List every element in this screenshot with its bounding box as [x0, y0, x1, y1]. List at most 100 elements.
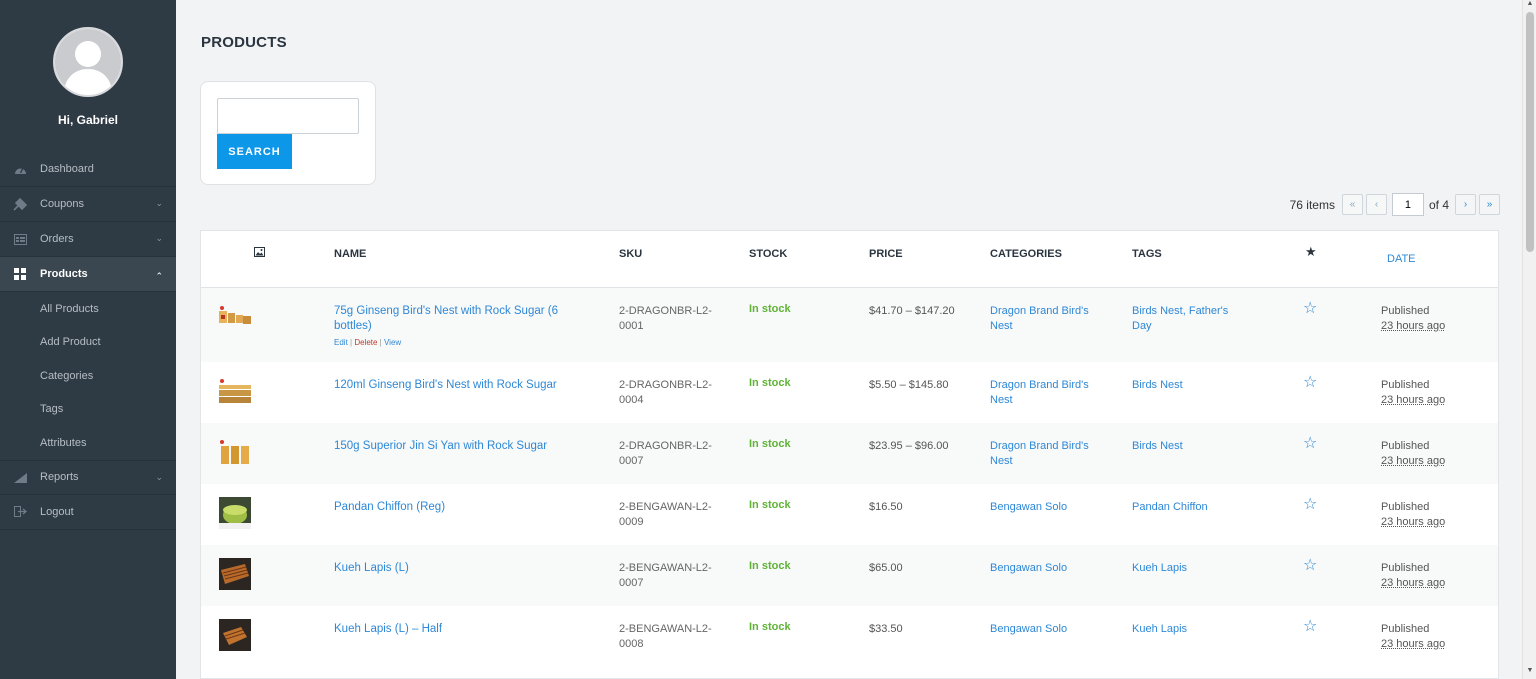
- sidebar-item-coupons[interactable]: Coupons ⌄: [0, 187, 176, 222]
- featured-toggle-icon[interactable]: ☆: [1303, 375, 1317, 391]
- chevron-down-icon: ⌄: [155, 471, 163, 482]
- product-name-link[interactable]: Pandan Chiffon (Reg): [334, 501, 445, 513]
- product-name-link[interactable]: 120ml Ginseng Bird's Nest with Rock Suga…: [334, 379, 557, 391]
- sku-cell: 2-BENGAWAN-L2-0007: [619, 562, 712, 589]
- column-header-sku[interactable]: SKU: [619, 248, 642, 260]
- category-link[interactable]: Bengawan Solo: [990, 561, 1100, 576]
- category-link[interactable]: Dragon Brand Bird's Nest: [990, 439, 1100, 469]
- delete-link[interactable]: Delete: [354, 338, 377, 347]
- product-thumbnail[interactable]: [219, 301, 251, 333]
- sidebar-item-label: Reports: [40, 471, 79, 483]
- search-input[interactable]: [217, 98, 359, 134]
- price-cell: $16.50: [869, 501, 903, 513]
- search-panel: SEARCH: [200, 81, 376, 185]
- featured-toggle-icon[interactable]: ☆: [1303, 497, 1317, 513]
- table-row: Kueh Lapis (L) – Half 2-BENGAWAN-L2-0008…: [201, 606, 1498, 667]
- sidebar-item-dashboard[interactable]: Dashboard: [0, 152, 176, 187]
- product-thumbnail[interactable]: [219, 497, 251, 529]
- product-thumbnail[interactable]: [219, 558, 251, 590]
- product-name-link[interactable]: 150g Superior Jin Si Yan with Rock Sugar: [334, 440, 547, 452]
- sidebar-item-label: Logout: [40, 505, 74, 518]
- sidebar-item-orders[interactable]: Orders ⌄: [0, 222, 176, 257]
- submenu-item-tags[interactable]: Tags: [0, 393, 176, 427]
- tag-link[interactable]: Kueh Lapis: [1132, 561, 1242, 576]
- publish-status: Published: [1381, 562, 1430, 574]
- coupons-icon: [12, 197, 28, 211]
- category-link[interactable]: Dragon Brand Bird's Nest: [990, 304, 1100, 334]
- publish-time: 23 hours ago: [1381, 638, 1446, 650]
- product-name-cell: 75g Ginseng Bird's Nest with Rock Sugar …: [334, 304, 574, 350]
- publish-time: 23 hours ago: [1381, 394, 1446, 406]
- chevron-down-icon: ⌄: [155, 233, 163, 243]
- featured-toggle-icon[interactable]: ☆: [1303, 301, 1317, 317]
- scroll-up-icon[interactable]: ▲: [1523, 0, 1536, 12]
- submenu-item-add-product[interactable]: Add Product: [0, 326, 176, 360]
- tag-link[interactable]: Birds Nest: [1132, 378, 1242, 393]
- total-pages: of 4: [1428, 197, 1449, 212]
- tag-link[interactable]: Birds Nest: [1132, 439, 1242, 454]
- submenu-item-all-products[interactable]: All Products: [0, 292, 176, 326]
- scroll-thumb[interactable]: [1526, 12, 1534, 252]
- product-name-cell: Pandan Chiffon (Reg): [334, 500, 594, 515]
- sidebar-item-logout[interactable]: Logout: [0, 495, 176, 530]
- product-name-link[interactable]: 75g Ginseng Bird's Nest with Rock Sugar …: [334, 305, 558, 332]
- chevron-down-icon: ⌄: [155, 198, 163, 208]
- product-thumbnail[interactable]: [219, 436, 251, 468]
- column-header-price[interactable]: PRICE: [869, 248, 903, 260]
- stock-status: In stock: [749, 377, 791, 389]
- tag-link[interactable]: Kueh Lapis: [1132, 622, 1242, 637]
- sku-cell: 2-BENGAWAN-L2-0008: [619, 623, 712, 650]
- featured-toggle-icon[interactable]: ☆: [1303, 558, 1317, 574]
- category-link[interactable]: Bengawan Solo: [990, 622, 1100, 637]
- product-name-cell: 120ml Ginseng Bird's Nest with Rock Suga…: [334, 378, 594, 393]
- product-name-cell: Kueh Lapis (L): [334, 561, 594, 576]
- table-row: Pandan Chiffon (Reg) 2-BENGAWAN-L2-0009 …: [201, 484, 1498, 545]
- pagination: 76 items « ‹ of 4 › »: [1290, 193, 1500, 216]
- avatar[interactable]: [53, 27, 123, 97]
- price-cell: $65.00: [869, 562, 903, 574]
- sku-cell: 2-DRAGONBR-L2-0004: [619, 379, 712, 406]
- product-thumbnail[interactable]: [219, 619, 251, 651]
- stock-status: In stock: [749, 560, 791, 572]
- next-page-button[interactable]: ›: [1455, 194, 1476, 215]
- product-name-link[interactable]: Kueh Lapis (L) – Half: [334, 623, 442, 635]
- page-scrollbar[interactable]: ▲ ▼: [1522, 0, 1536, 679]
- column-header-name[interactable]: NAME: [334, 248, 366, 260]
- edit-link[interactable]: Edit: [334, 338, 348, 347]
- tag-link[interactable]: Pandan Chiffon: [1132, 500, 1242, 515]
- date-cell: Published 23 hours ago: [1381, 500, 1445, 530]
- column-header-stock: STOCK: [749, 248, 788, 260]
- sidebar-item-products[interactable]: Products ⌃: [0, 257, 176, 292]
- view-link[interactable]: View: [384, 338, 401, 347]
- product-name-cell: Kueh Lapis (L) – Half: [334, 622, 594, 637]
- featured-toggle-icon[interactable]: ☆: [1303, 436, 1317, 452]
- tag-link[interactable]: Birds Nest, Father's Day: [1132, 304, 1242, 334]
- date-cell: Published 23 hours ago: [1381, 378, 1445, 408]
- scroll-down-icon[interactable]: ▼: [1523, 667, 1536, 679]
- prev-page-button[interactable]: ‹: [1365, 194, 1387, 215]
- featured-toggle-icon[interactable]: ☆: [1303, 619, 1317, 635]
- category-link[interactable]: Bengawan Solo: [990, 500, 1100, 515]
- search-button[interactable]: SEARCH: [217, 134, 292, 169]
- submenu-item-attributes[interactable]: Attributes: [0, 426, 176, 460]
- current-page-input[interactable]: [1391, 193, 1424, 216]
- category-link[interactable]: Dragon Brand Bird's Nest: [990, 378, 1100, 408]
- column-header-date[interactable]: DATE: [1387, 253, 1416, 265]
- product-name-cell: 150g Superior Jin Si Yan with Rock Sugar: [334, 439, 594, 454]
- stock-status: In stock: [749, 621, 791, 633]
- row-actions: Edit | Delete | View: [334, 335, 574, 350]
- last-page-button[interactable]: »: [1479, 194, 1500, 215]
- submenu-item-categories[interactable]: Categories: [0, 359, 176, 393]
- first-page-button[interactable]: «: [1341, 194, 1363, 215]
- sku-cell: 2-DRAGONBR-L2-0001: [619, 305, 712, 332]
- product-thumbnail[interactable]: [219, 375, 251, 407]
- date-cell: Published 23 hours ago: [1381, 304, 1445, 334]
- sidebar-nav: Dashboard Coupons ⌄ Orders ⌄ Products ⌃ …: [0, 152, 176, 530]
- featured-star-icon[interactable]: ★: [1305, 244, 1317, 260]
- sidebar-item-label: Dashboard: [40, 163, 94, 175]
- product-name-link[interactable]: Kueh Lapis (L): [334, 562, 409, 574]
- sidebar: Hi, Gabriel Dashboard Coupons ⌄ Orders ⌄: [0, 0, 176, 679]
- table-row: 150g Superior Jin Si Yan with Rock Sugar…: [201, 423, 1498, 484]
- sidebar-item-reports[interactable]: Reports ⌄: [0, 459, 176, 495]
- orders-icon: [12, 232, 28, 246]
